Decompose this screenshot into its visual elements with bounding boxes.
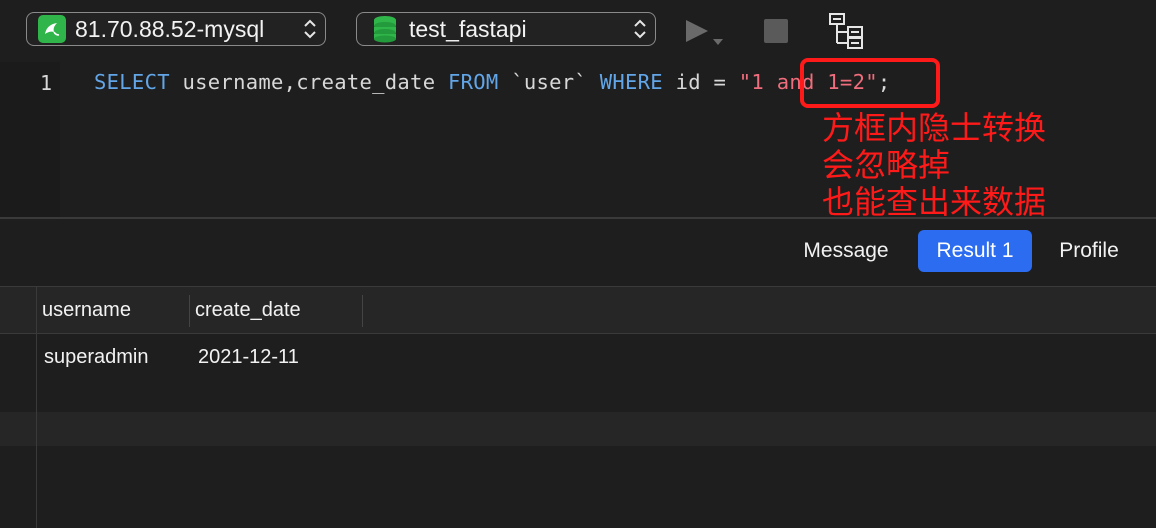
chevron-updown-icon: [304, 19, 316, 39]
tab-message[interactable]: Message: [790, 230, 902, 272]
stop-icon[interactable]: [764, 19, 788, 43]
grid-header: username create_date: [0, 287, 1156, 334]
database-icon: [374, 16, 396, 43]
connection-name: 81.70.88.52-mysql: [75, 15, 265, 42]
annotation-note: 方框内隐士转换 会忽略掉 也能查出来数据: [822, 110, 1046, 221]
annotation-line: 也能查出来数据: [822, 183, 1047, 221]
sql-editor[interactable]: 1 SELECT username,create_date FROM `user…: [0, 58, 1156, 221]
tab-profile[interactable]: Profile: [1046, 230, 1132, 272]
keyword-select: SELECT: [94, 70, 170, 94]
toolbar: 81.70.88.52-mysql test_fastapi: [0, 0, 1156, 62]
annotation-line: 会忽略掉: [822, 146, 951, 184]
column-header-create-date[interactable]: create_date: [195, 287, 301, 333]
tab-result-1[interactable]: Result 1: [918, 230, 1032, 272]
sql-line[interactable]: SELECT username,create_date FROM `user` …: [94, 70, 891, 94]
column-header-username[interactable]: username: [42, 287, 131, 333]
cell-create-date[interactable]: 2021-12-11: [198, 340, 299, 374]
run-icon[interactable]: [684, 18, 728, 48]
result-grid: username create_date superadmin 2021-12-…: [0, 287, 1156, 528]
column-list: username,create_date: [169, 70, 448, 94]
string-literal-start: "1: [738, 70, 765, 94]
line-number: 1: [40, 71, 53, 95]
table-row[interactable]: superadmin 2021-12-11: [0, 340, 1156, 374]
column-separator[interactable]: [362, 295, 363, 327]
line-gutter: 1: [0, 62, 60, 218]
empty-row: [0, 374, 1156, 408]
column-separator[interactable]: [189, 295, 190, 327]
table-name: `user`: [498, 70, 600, 94]
result-tabbar: Message Result 1 Profile: [0, 219, 1156, 287]
connection-select[interactable]: 81.70.88.52-mysql: [26, 12, 326, 46]
empty-row: [0, 412, 1156, 446]
chevron-updown-icon: [634, 19, 646, 39]
highlight-box: [800, 58, 940, 108]
mysql-connection-icon: [38, 15, 66, 43]
row-gutter: [0, 287, 37, 528]
keyword-from: FROM: [447, 70, 499, 94]
cell-username[interactable]: superadmin: [44, 340, 149, 374]
annotation-line: 方框内隐士转换: [822, 109, 1047, 147]
where-column: id =: [662, 70, 739, 94]
explain-icon[interactable]: [828, 12, 868, 50]
database-select[interactable]: test_fastapi: [356, 12, 656, 46]
database-name: test_fastapi: [409, 15, 527, 42]
keyword-where: WHERE: [599, 70, 663, 94]
